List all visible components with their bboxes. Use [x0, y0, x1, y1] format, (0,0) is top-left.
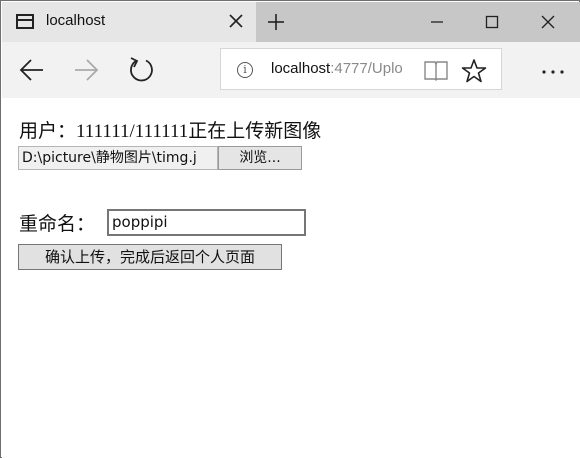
back-icon[interactable] — [18, 56, 46, 84]
tab-title: localhost — [46, 12, 106, 29]
rename-input[interactable]: poppipi — [107, 209, 306, 236]
heading-prefix: 用户： — [19, 120, 77, 142]
maximize-icon[interactable] — [484, 14, 500, 30]
url-path: :4777/Uplo — [330, 60, 403, 77]
more-icon[interactable] — [540, 62, 566, 82]
page-content: 用户：111111/111111正在上传新图像 D:\picture\静物图片\… — [2, 98, 580, 458]
browse-button[interactable]: 浏览... — [218, 146, 302, 170]
tab-page-icon — [16, 14, 34, 29]
heading-user: 111111/111111 — [76, 121, 189, 142]
info-icon[interactable]: i — [237, 62, 253, 78]
file-path-display[interactable]: D:\picture\静物图片\timg.j — [18, 146, 218, 170]
address-url[interactable]: localhost:4777/Uplo — [271, 60, 403, 77]
close-window-icon[interactable] — [540, 14, 556, 30]
browser-tab[interactable]: localhost — [2, 2, 256, 42]
forward-icon[interactable] — [72, 56, 100, 84]
reading-view-icon[interactable] — [423, 59, 449, 81]
navigation-bar: i localhost:4777/Uplo — [2, 42, 580, 98]
address-bar[interactable]: i localhost:4777/Uplo — [220, 48, 502, 90]
url-host: localhost — [271, 60, 331, 77]
heading-suffix: 正在上传新图像 — [188, 120, 322, 142]
title-bar: localhost — [2, 2, 580, 42]
minimize-icon[interactable] — [429, 14, 445, 30]
page-heading: 用户：111111/111111正在上传新图像 — [19, 116, 321, 143]
submit-upload-button[interactable]: 确认上传，完成后返回个人页面 — [18, 244, 282, 270]
favorite-star-icon[interactable] — [461, 58, 487, 84]
new-tab-icon[interactable] — [266, 12, 286, 32]
rename-label: 重命名： — [19, 213, 96, 235]
close-tab-icon[interactable] — [227, 12, 245, 30]
browser-window: localhost i localhost:4777/Uplo 用户：11111… — [0, 0, 580, 458]
refresh-icon[interactable] — [128, 56, 156, 84]
file-upload-field[interactable]: D:\picture\静物图片\timg.j 浏览... — [18, 146, 302, 170]
